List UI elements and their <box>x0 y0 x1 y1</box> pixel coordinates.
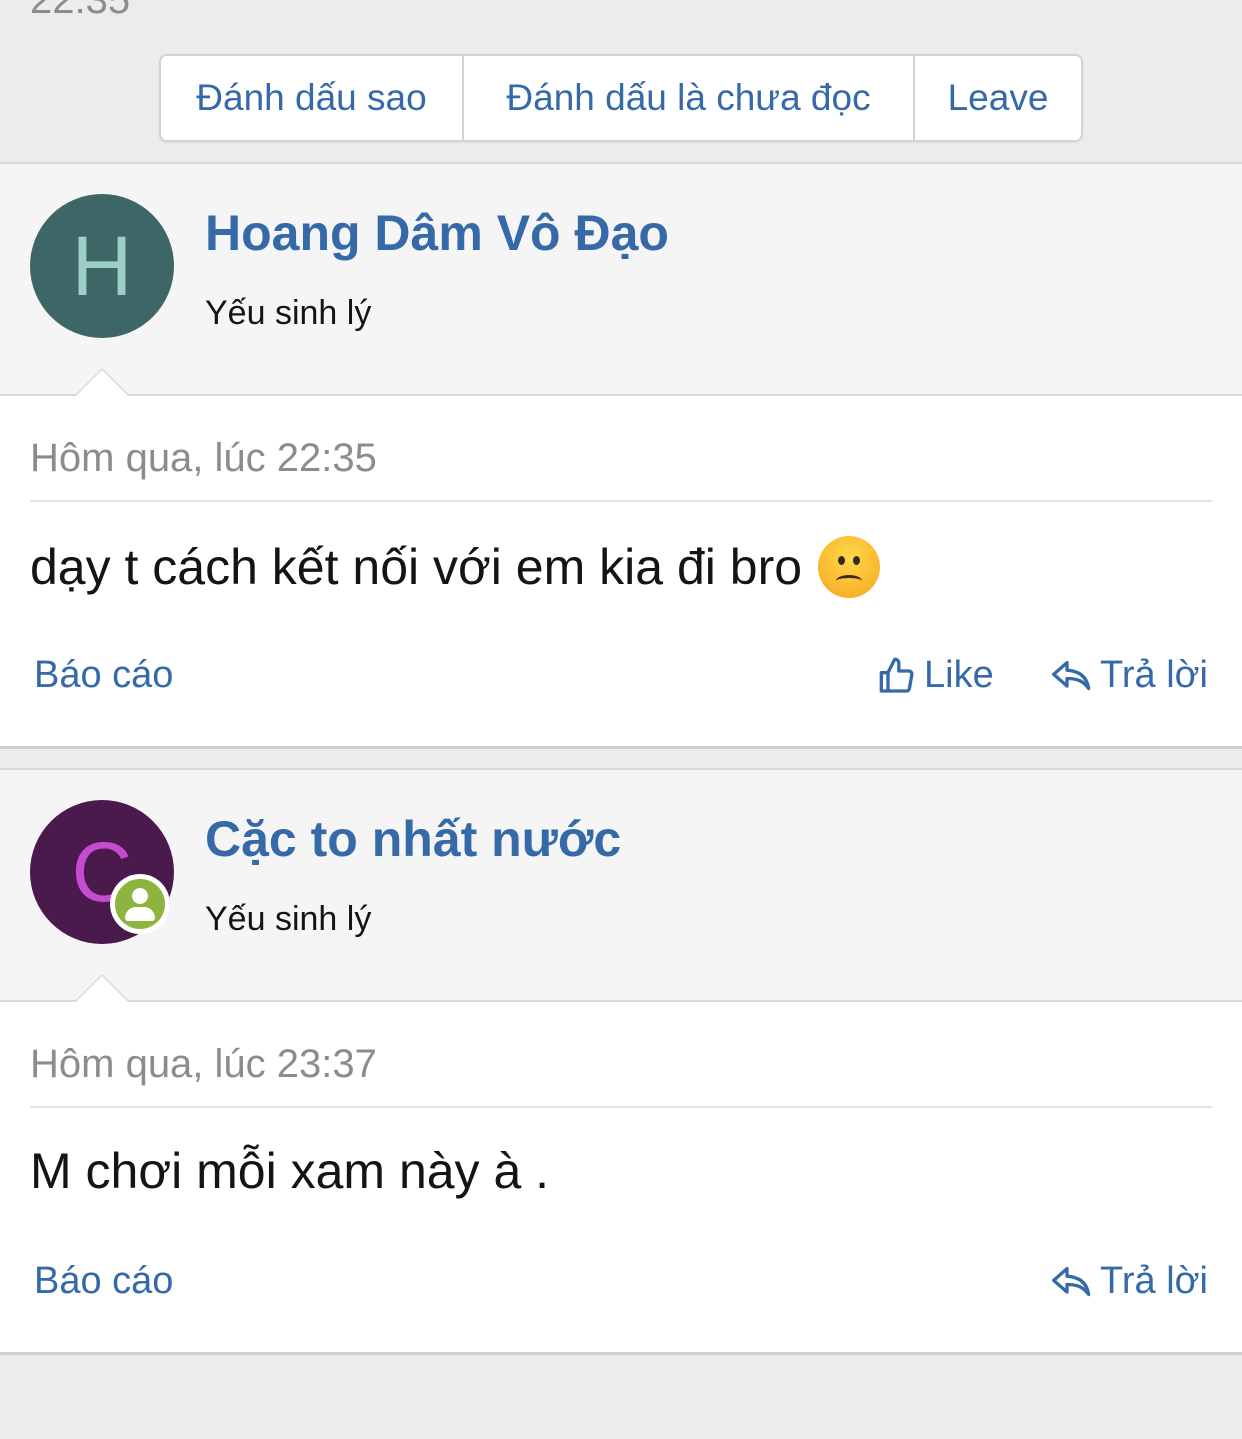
post-body: Hôm qua, lúc 23:37 M chơi mỗi xam này à … <box>0 974 1242 1352</box>
message-post: H Hoang Dâm Vô Đạo Yếu sinh lý Hôm qua, … <box>0 162 1242 749</box>
reply-button[interactable]: Trả lời <box>1050 1260 1208 1303</box>
reply-icon <box>1052 660 1091 690</box>
report-link[interactable]: Báo cáo <box>34 1260 173 1303</box>
post-header: H Hoang Dâm Vô Đạo Yếu sinh lý <box>0 164 1242 396</box>
message-post: C Cặc to nhất nước Yếu sinh lý Hôm qua, … <box>0 768 1242 1355</box>
like-label: Like <box>924 654 994 696</box>
reply-label: Trả lời <box>1100 1260 1208 1302</box>
leave-button[interactable]: Leave <box>915 56 1081 140</box>
reply-icon <box>1052 1266 1091 1296</box>
post-body: Hôm qua, lúc 22:35 dạy t cách kết nối vớ… <box>0 368 1242 746</box>
user-title: Yếu sinh lý <box>205 900 372 938</box>
message-text: dạy t cách kết nối với em kia đi bro <box>30 536 881 598</box>
username-link[interactable]: Cặc to nhất nước <box>205 810 621 868</box>
username-link[interactable]: Hoang Dâm Vô Đạo <box>205 204 669 262</box>
avatar-letter: H <box>71 219 133 313</box>
conversation-toolbar: Đánh dấu sao Đánh dấu là chưa đọc Leave <box>159 54 1083 142</box>
post-timestamp: Hôm qua, lúc 23:37 <box>30 1042 377 1086</box>
user-title: Yếu sinh lý <box>205 294 372 332</box>
report-link[interactable]: Báo cáo <box>34 654 173 697</box>
avatar[interactable]: H <box>30 194 174 338</box>
post-header: C Cặc to nhất nước Yếu sinh lý <box>0 770 1242 1002</box>
message-content: M chơi mỗi xam này à . <box>30 1143 550 1199</box>
previous-timestamp: 22:35 <box>30 0 131 22</box>
message-content: dạy t cách kết nối với em kia đi bro <box>30 539 803 595</box>
star-button[interactable]: Đánh dấu sao <box>161 56 464 140</box>
divider <box>30 500 1212 502</box>
pointer-arrow <box>74 368 130 396</box>
like-button[interactable]: Like <box>878 654 994 697</box>
frowning-face-icon <box>818 536 881 598</box>
reply-button[interactable]: Trả lời <box>1050 654 1208 697</box>
post-timestamp: Hôm qua, lúc 22:35 <box>30 436 377 480</box>
message-text: M chơi mỗi xam này à . <box>30 1142 549 1200</box>
mark-unread-button[interactable]: Đánh dấu là chưa đọc <box>464 56 915 140</box>
thumbs-up-icon <box>879 657 914 693</box>
online-status-icon <box>110 874 170 934</box>
divider <box>30 1106 1212 1108</box>
pointer-arrow <box>74 974 130 1002</box>
reply-label: Trả lời <box>1100 654 1208 696</box>
